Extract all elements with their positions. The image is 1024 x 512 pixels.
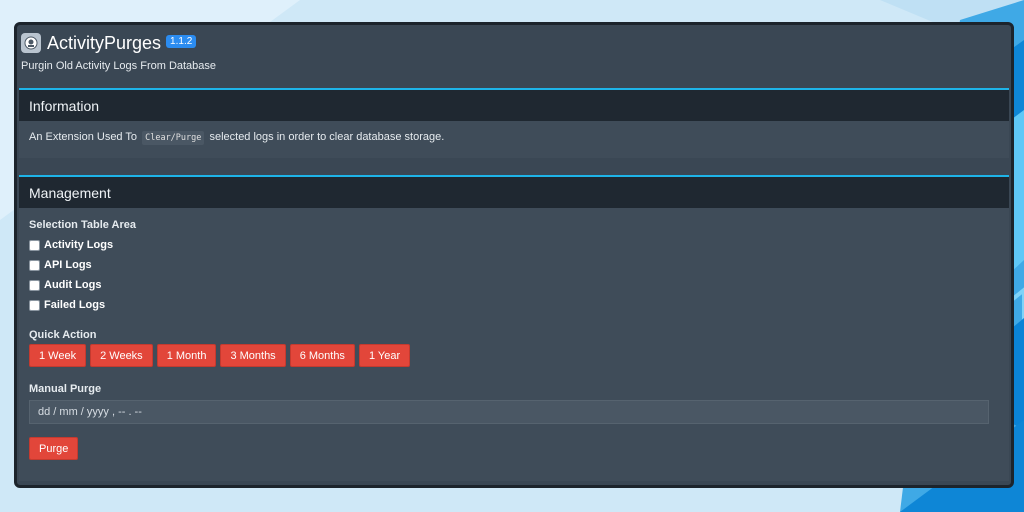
- extension-window: ActivityPurges 1.1.2 Purgin Old Activity…: [14, 22, 1014, 488]
- checkbox-box[interactable]: [29, 239, 40, 251]
- quick-3-months-button[interactable]: 3 Months: [220, 344, 286, 367]
- checkbox-label: API Logs: [44, 259, 92, 271]
- quick-action-label: Quick Action: [29, 329, 97, 341]
- quick-6-months-button[interactable]: 6 Months: [289, 344, 355, 367]
- checkbox-audit-logs[interactable]: Audit Logs: [29, 279, 101, 291]
- checkbox-failed-logs[interactable]: Failed Logs: [29, 299, 105, 311]
- info-text-after: selected logs in order to clear database…: [209, 131, 445, 143]
- checkbox-box[interactable]: [29, 299, 40, 311]
- version-badge: 1.1.2: [166, 34, 197, 48]
- quick-1-month-button[interactable]: 1 Month: [156, 344, 217, 367]
- quick-1-year-button[interactable]: 1 Year: [358, 344, 411, 367]
- info-text-before: An Extension Used To: [29, 131, 138, 143]
- checkbox-box[interactable]: [29, 279, 40, 291]
- checkbox-label: Activity Logs: [44, 239, 114, 251]
- selection-table-label: Selection Table Area: [29, 219, 136, 231]
- checkbox-box[interactable]: [29, 259, 40, 271]
- quick-action-buttons: 1 Week 2 Weeks 1 Month 3 Months 6 Months…: [29, 344, 411, 367]
- checkbox-api-logs[interactable]: API Logs: [29, 259, 92, 271]
- purge-button[interactable]: Purge: [29, 437, 79, 460]
- app-subtitle: Purgin Old Activity Logs From Database: [21, 60, 217, 72]
- manual-purge-label: Manual Purge: [29, 383, 102, 395]
- app-header: ActivityPurges 1.1.2: [21, 29, 197, 57]
- quick-2-weeks-button[interactable]: 2 Weeks: [90, 344, 153, 367]
- checkbox-activity-logs[interactable]: Activity Logs: [29, 239, 113, 251]
- quick-1-week-button[interactable]: 1 Week: [29, 344, 87, 367]
- info-code: Clear/Purge: [142, 131, 205, 145]
- checkbox-label: Audit Logs: [44, 279, 102, 291]
- information-heading: Information: [19, 90, 1009, 121]
- manual-purge-datetime-input[interactable]: dd / mm / yyyy , -- . --: [29, 400, 989, 424]
- app-title: ActivityPurges: [47, 32, 162, 53]
- checkbox-label: Failed Logs: [44, 299, 106, 311]
- management-panel: Management Selection Table Area Activity…: [19, 175, 1009, 481]
- information-panel: Information An Extension Used To Clear/P…: [19, 88, 1009, 158]
- management-heading: Management: [19, 177, 1009, 208]
- app-logo-icon: [21, 33, 41, 53]
- information-text: An Extension Used To Clear/Purge selecte…: [19, 121, 1009, 153]
